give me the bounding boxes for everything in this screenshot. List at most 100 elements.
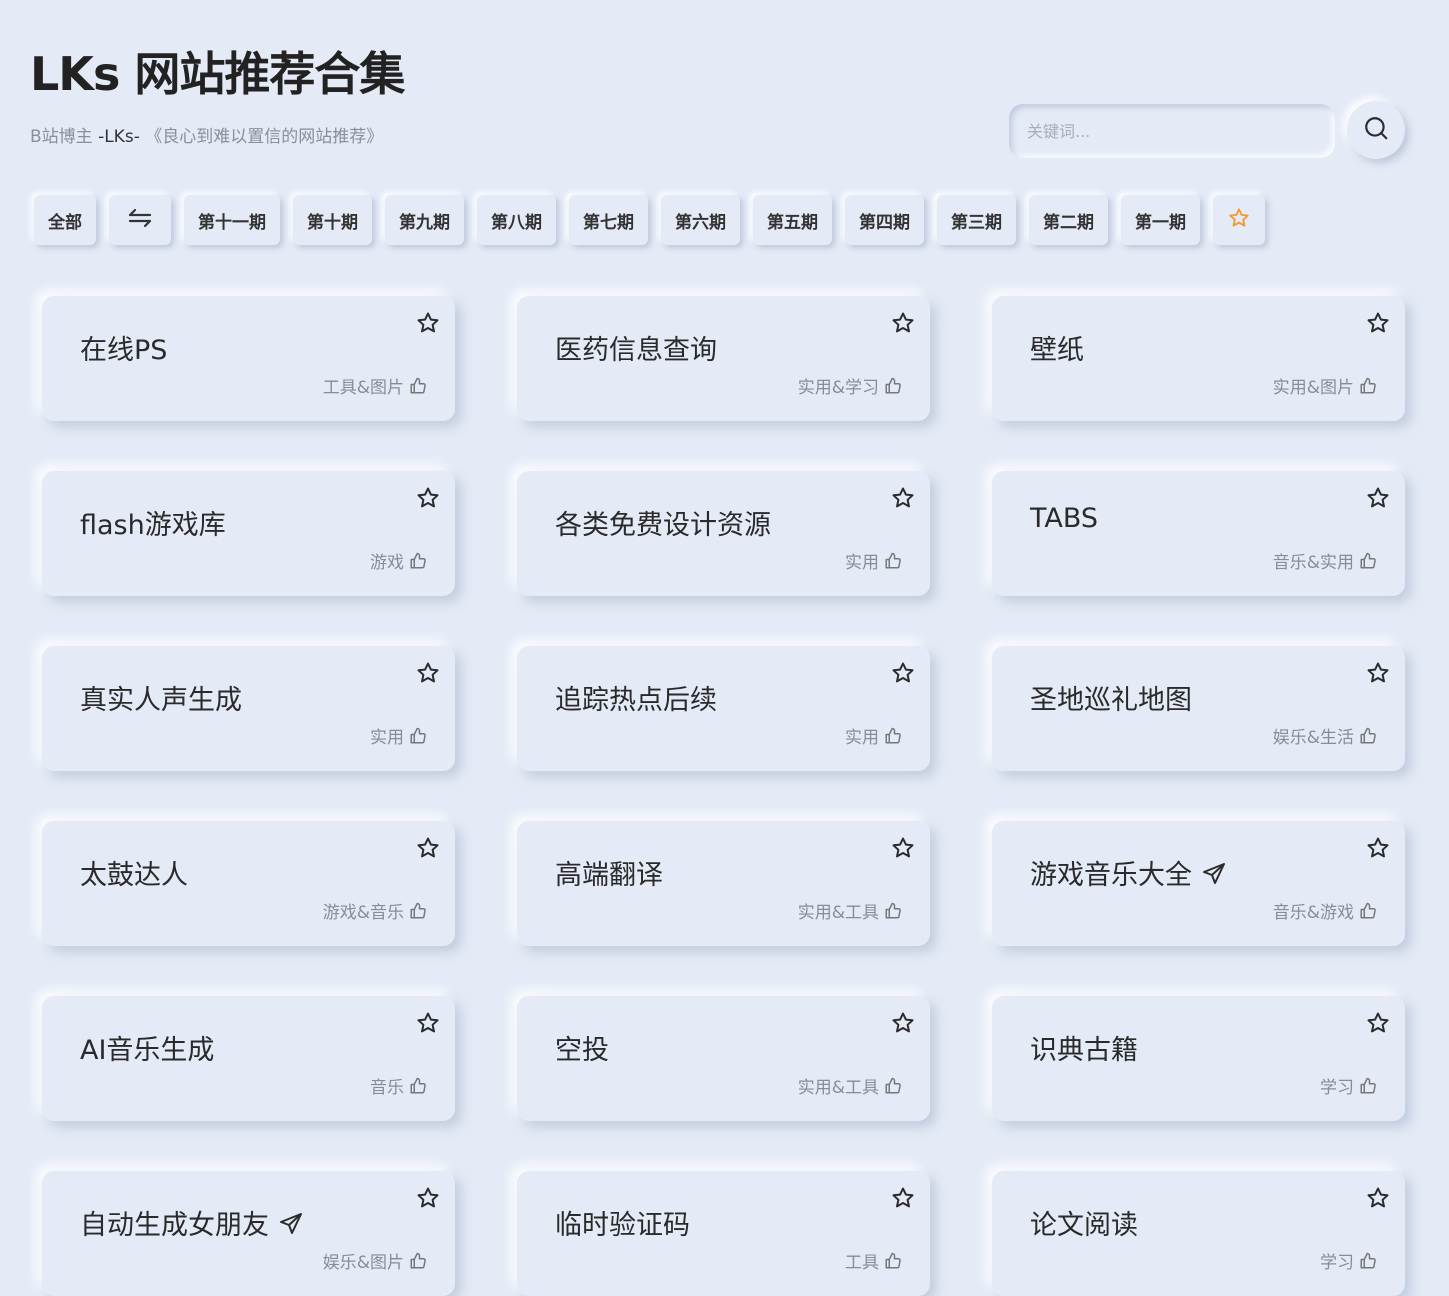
site-card-title: 高端翻译 [555, 853, 663, 892]
thumbs-up-icon[interactable] [409, 1252, 427, 1270]
favorite-star-icon[interactable] [415, 1185, 441, 1211]
favorite-star-icon[interactable] [890, 1185, 916, 1211]
thumbs-up-icon[interactable] [409, 902, 427, 920]
site-card-title-text: 各类免费设计资源 [555, 510, 771, 541]
tab-period-7[interactable]: 第七期 [569, 195, 648, 245]
search-icon [1363, 115, 1389, 145]
tab-switch[interactable] [109, 195, 171, 245]
favorite-star-icon[interactable] [1365, 660, 1391, 686]
tab-period-5[interactable]: 第五期 [753, 195, 832, 245]
tab-period-8[interactable]: 第八期 [477, 195, 556, 245]
favorite-star-icon[interactable] [415, 310, 441, 336]
favorite-star-icon[interactable] [890, 1010, 916, 1036]
site-card-tag-text: 娱乐&生活 [1272, 728, 1354, 748]
thumbs-up-icon[interactable] [884, 377, 902, 395]
thumbs-up-icon[interactable] [409, 552, 427, 570]
send-icon [279, 1211, 303, 1235]
site-card-title-text: 医药信息查询 [555, 335, 717, 366]
thumbs-up-icon[interactable] [1359, 1077, 1377, 1095]
tab-period-11[interactable]: 第十一期 [184, 195, 280, 245]
site-card-title-text: 壁纸 [1030, 335, 1084, 366]
thumbs-up-icon[interactable] [884, 1077, 902, 1095]
swap-arrows-icon [127, 208, 153, 233]
site-card-tag-text: 音乐&游戏 [1272, 903, 1354, 923]
thumbs-up-icon[interactable] [1359, 1252, 1377, 1270]
thumbs-up-icon[interactable] [1359, 727, 1377, 745]
site-card[interactable]: 识典古籍 学习 [992, 996, 1405, 1121]
site-card-title: 空投 [555, 1028, 609, 1067]
thumbs-up-icon[interactable] [409, 727, 427, 745]
favorite-star-icon[interactable] [1365, 835, 1391, 861]
tab-period-9[interactable]: 第九期 [385, 195, 464, 245]
site-card[interactable]: 游戏音乐大全 音乐&游戏 [992, 821, 1405, 946]
search-input[interactable] [1009, 104, 1335, 158]
thumbs-up-icon[interactable] [884, 902, 902, 920]
site-card-tag-text: 工具&图片 [322, 378, 404, 398]
favorite-star-icon[interactable] [415, 1010, 441, 1036]
favorite-star-icon[interactable] [1365, 310, 1391, 336]
site-card[interactable]: 圣地巡礼地图 娱乐&生活 [992, 646, 1405, 771]
site-card[interactable]: 自动生成女朋友 娱乐&图片 [42, 1171, 455, 1296]
site-card-tags: 实用 [845, 723, 902, 748]
site-card[interactable]: 壁纸 实用&图片 [992, 296, 1405, 421]
site-card-tag-text: 娱乐&图片 [322, 1253, 404, 1273]
site-card[interactable]: 真实人声生成 实用 [42, 646, 455, 771]
thumbs-up-icon[interactable] [1359, 377, 1377, 395]
site-card-title-text: 追踪热点后续 [555, 685, 717, 716]
site-card[interactable]: 医药信息查询 实用&学习 [517, 296, 930, 421]
favorite-star-icon[interactable] [890, 835, 916, 861]
site-card-tag-text: 游戏 [370, 553, 404, 573]
site-card[interactable]: TABS 音乐&实用 [992, 471, 1405, 596]
tab-period-3[interactable]: 第三期 [937, 195, 1016, 245]
favorite-star-icon[interactable] [415, 485, 441, 511]
subtitle-author: -LKs- [98, 127, 140, 147]
site-card[interactable]: AI音乐生成 音乐 [42, 996, 455, 1121]
thumbs-up-icon[interactable] [409, 1077, 427, 1095]
site-card[interactable]: 各类免费设计资源 实用 [517, 471, 930, 596]
thumbs-up-icon[interactable] [409, 377, 427, 395]
site-card-tag-text: 实用&图片 [1272, 378, 1354, 398]
site-card-title: TABS [1030, 503, 1098, 534]
tab-period-4[interactable]: 第四期 [845, 195, 924, 245]
site-card-tag-text: 音乐&实用 [1272, 553, 1354, 573]
site-card-title-text: 高端翻译 [555, 860, 663, 891]
favorite-star-icon[interactable] [890, 660, 916, 686]
site-card-tag-text: 实用&学习 [797, 378, 879, 398]
site-card[interactable]: 追踪热点后续 实用 [517, 646, 930, 771]
site-card[interactable]: 空投 实用&工具 [517, 996, 930, 1121]
page-title: LKs 网站推荐合集 [30, 47, 405, 101]
thumbs-up-icon[interactable] [884, 1252, 902, 1270]
site-card-title: 圣地巡礼地图 [1030, 678, 1192, 717]
favorite-star-icon[interactable] [890, 310, 916, 336]
site-card[interactable]: 论文阅读 学习 [992, 1171, 1405, 1296]
site-card-tags: 游戏&音乐 [323, 898, 427, 923]
tab-period-1[interactable]: 第一期 [1121, 195, 1200, 245]
site-card-tag-text: 实用&工具 [797, 1078, 879, 1098]
search-button[interactable] [1347, 101, 1405, 159]
site-card[interactable]: 在线PS 工具&图片 [42, 296, 455, 421]
site-card-tags: 实用&工具 [798, 898, 902, 923]
site-card[interactable]: 太鼓达人 游戏&音乐 [42, 821, 455, 946]
favorite-star-icon[interactable] [1365, 485, 1391, 511]
thumbs-up-icon[interactable] [1359, 552, 1377, 570]
site-card[interactable]: 临时验证码 工具 [517, 1171, 930, 1296]
thumbs-up-icon[interactable] [884, 552, 902, 570]
favorite-star-icon[interactable] [890, 485, 916, 511]
site-card-title-text: flash游戏库 [80, 510, 226, 541]
tab-favorites[interactable] [1213, 195, 1265, 245]
site-card-title-text: 自动生成女朋友 [80, 1210, 269, 1241]
tab-all[interactable]: 全部 [34, 195, 96, 245]
favorite-star-icon[interactable] [415, 660, 441, 686]
thumbs-up-icon[interactable] [1359, 902, 1377, 920]
favorite-star-icon[interactable] [415, 835, 441, 861]
thumbs-up-icon[interactable] [884, 727, 902, 745]
tab-period-2[interactable]: 第二期 [1029, 195, 1108, 245]
site-card-title: 太鼓达人 [80, 853, 188, 892]
favorite-star-icon[interactable] [1365, 1010, 1391, 1036]
site-card[interactable]: 高端翻译 实用&工具 [517, 821, 930, 946]
tab-period-6[interactable]: 第六期 [661, 195, 740, 245]
favorite-star-icon[interactable] [1365, 1185, 1391, 1211]
site-card-tags: 音乐&实用 [1273, 548, 1377, 573]
site-card[interactable]: flash游戏库 游戏 [42, 471, 455, 596]
tab-period-10[interactable]: 第十期 [293, 195, 372, 245]
